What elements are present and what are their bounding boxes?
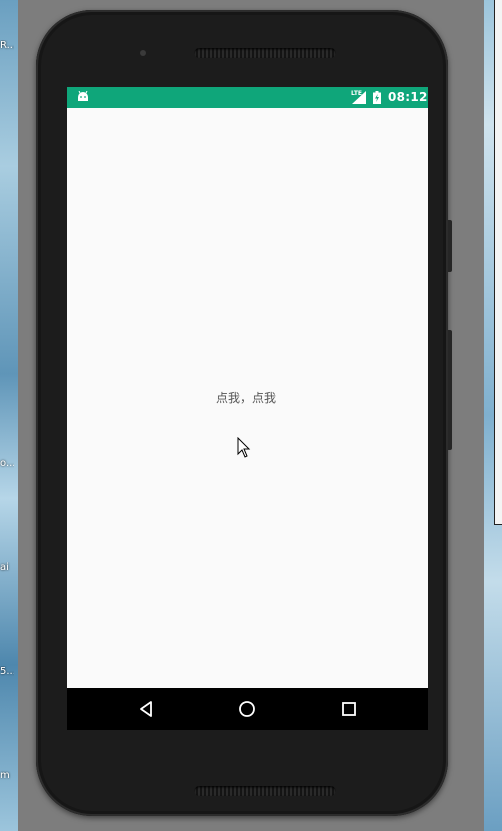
desktop-wallpaper-left xyxy=(0,0,18,831)
desktop-icon-label[interactable]: R... xyxy=(0,40,14,51)
volume-rocker[interactable] xyxy=(448,330,452,450)
app-content: 点我，点我 xyxy=(67,108,428,688)
recents-icon[interactable] xyxy=(338,698,360,720)
desktop-icon-label[interactable]: o... xyxy=(0,458,14,469)
mouse-cursor-icon xyxy=(237,437,251,458)
desktop-icon-label[interactable]: ai xyxy=(0,562,14,573)
top-speaker-grille xyxy=(194,48,336,58)
status-bar: LTE 08:12 xyxy=(67,87,428,108)
battery-charging-icon xyxy=(373,91,381,104)
front-camera xyxy=(140,50,146,56)
background-window-edge[interactable] xyxy=(494,0,502,525)
signal-icon xyxy=(352,91,366,104)
click-me-text[interactable]: 点我，点我 xyxy=(216,389,276,406)
power-button[interactable] xyxy=(448,220,452,272)
desktop-icon-label[interactable]: m xyxy=(0,770,14,781)
status-clock: 08:12 xyxy=(388,90,428,104)
phone-screen: LTE 08:12 点我，点我 xyxy=(67,87,428,730)
android-notification-icon xyxy=(78,91,88,101)
back-icon[interactable] xyxy=(136,698,158,720)
home-icon[interactable] xyxy=(236,698,258,720)
navigation-bar xyxy=(67,688,428,730)
bottom-speaker-grille xyxy=(194,786,336,796)
desktop-icon-label[interactable]: 5... xyxy=(0,666,14,677)
